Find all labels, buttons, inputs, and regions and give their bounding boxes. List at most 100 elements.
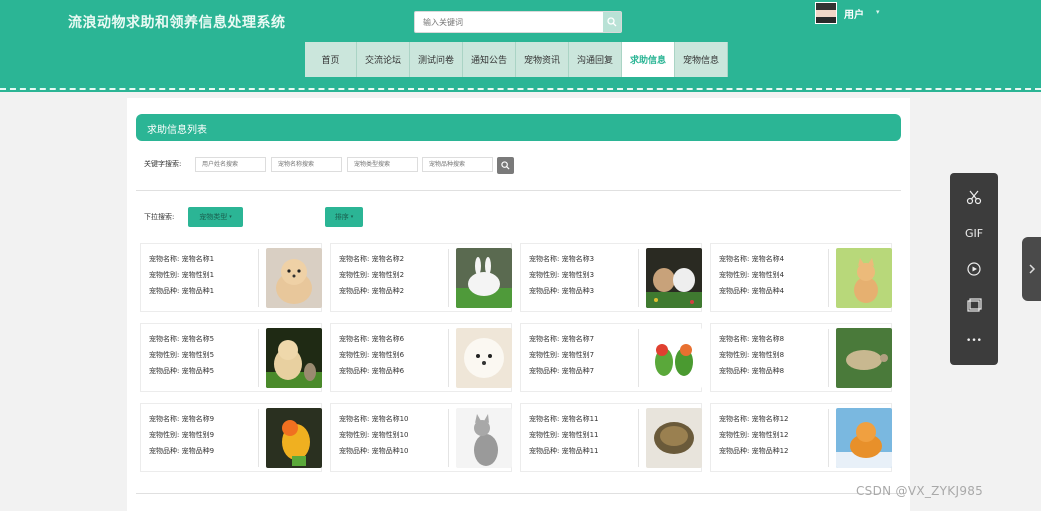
search-icon — [607, 17, 617, 27]
user-name[interactable]: 用户 — [844, 6, 864, 21]
section-divider — [136, 190, 901, 191]
video-record-icon[interactable] — [950, 257, 998, 281]
pet-breed: 宠物品种: 宠物品种11 — [529, 447, 599, 455]
pet-card[interactable]: 宠物名称: 宠物名称2 宠物性别: 宠物性别2 宠物品种: 宠物品种2 — [330, 243, 512, 312]
scissors-icon[interactable] — [950, 185, 998, 209]
card-separator — [828, 329, 829, 387]
nav-pet-news[interactable]: 宠物资讯 — [516, 42, 569, 77]
header-search-button[interactable] — [603, 12, 621, 32]
nav-forum[interactable]: 交流论坛 — [357, 42, 410, 77]
pet-name: 宠物名称: 宠物名称3 — [529, 255, 595, 263]
white-dog-icon[interactable] — [456, 328, 512, 388]
gif-button[interactable]: GIF — [950, 221, 998, 245]
pet-gender: 宠物性别: 宠物性别3 — [529, 271, 595, 279]
pet-card[interactable]: 宠物名称: 宠物名称12 宠物性别: 宠物性别12 宠物品种: 宠物品种12 — [710, 403, 892, 472]
kitten-icon[interactable] — [836, 248, 892, 308]
sort-dropdown-label: 排序 — [334, 213, 349, 221]
pet-gender: 宠物性别: 宠物性别7 — [529, 351, 595, 359]
pet-gender: 宠物性别: 宠物性别12 — [719, 431, 789, 439]
card-separator — [638, 409, 639, 467]
pet-card[interactable]: 宠物名称: 宠物名称6 宠物性别: 宠物性别6 宠物品种: 宠物品种6 — [330, 323, 512, 392]
pet-gender: 宠物性别: 宠物性别2 — [339, 271, 405, 279]
top-header: 流浪动物求助和领养信息处理系统 用户 ▾ 首页 交流论坛 测试问卷 通知公告 宠… — [0, 0, 1041, 92]
dog-icon[interactable] — [266, 248, 322, 308]
card-separator — [638, 329, 639, 387]
user-name-search-input[interactable] — [195, 157, 266, 172]
card-separator — [448, 409, 449, 467]
cat-icon[interactable] — [456, 408, 512, 468]
parrots-icon[interactable] — [646, 328, 702, 388]
pet-card[interactable]: 宠物名称: 宠物名称11 宠物性别: 宠物性别11 宠物品种: 宠物品种11 — [520, 403, 702, 472]
pet-gender: 宠物性别: 宠物性别10 — [339, 431, 409, 439]
chevron-down-icon: ▾ — [229, 214, 232, 220]
pet-card[interactable]: 宠物名称: 宠物名称3 宠物性别: 宠物性别3 宠物品种: 宠物品种3 — [520, 243, 702, 312]
pet-breed-search-input[interactable] — [422, 157, 493, 172]
card-separator — [448, 329, 449, 387]
chevron-down-icon[interactable]: ▾ — [876, 8, 880, 16]
pet-card[interactable]: 宠物名称: 宠物名称10 宠物性别: 宠物性别10 宠物品种: 宠物品种10 — [330, 403, 512, 472]
header-search-input[interactable] — [415, 12, 604, 32]
avatar[interactable] — [815, 2, 837, 24]
card-separator — [258, 249, 259, 307]
pet-breed: 宠物品种: 宠物品种1 — [149, 287, 215, 295]
watermark: CSDN @VX_ZYKJ985 — [856, 484, 984, 498]
nav-home[interactable]: 首页 — [305, 42, 357, 77]
pet-card[interactable]: 宠物名称: 宠物名称4 宠物性别: 宠物性别4 宠物品种: 宠物品种4 — [710, 243, 892, 312]
tortoise-icon[interactable] — [646, 408, 702, 468]
pet-name: 宠物名称: 宠物名称12 — [719, 415, 789, 423]
search-icon — [501, 161, 510, 170]
nav-replies[interactable]: 沟通回复 — [569, 42, 622, 77]
keyword-search-button[interactable] — [497, 157, 514, 174]
pet-card[interactable]: 宠物名称: 宠物名称9 宠物性别: 宠物性别9 宠物品种: 宠物品种9 — [140, 403, 322, 472]
pet-breed: 宠物品种: 宠物品种4 — [719, 287, 785, 295]
floating-toolbar: GIF ••• — [950, 173, 998, 365]
card-separator — [828, 249, 829, 307]
pet-name: 宠物名称: 宠物名称2 — [339, 255, 405, 263]
nav-help-info[interactable]: 求助信息 — [622, 42, 675, 77]
nav-pet-info[interactable]: 宠物信息 — [675, 42, 728, 77]
pet-card[interactable]: 宠物名称: 宠物名称5 宠物性别: 宠物性别5 宠物品种: 宠物品种5 — [140, 323, 322, 392]
pet-card[interactable]: 宠物名称: 宠物名称7 宠物性别: 宠物性别7 宠物品种: 宠物品种7 — [520, 323, 702, 392]
pet-type-dropdown[interactable]: 宠物类型 ▾ — [188, 207, 243, 227]
pet-breed: 宠物品种: 宠物品种2 — [339, 287, 405, 295]
pet-breed: 宠物品种: 宠物品种5 — [149, 367, 215, 375]
image-icon[interactable] — [950, 293, 998, 317]
pet-name-search-input[interactable] — [271, 157, 342, 172]
sort-dropdown[interactable]: 排序 ▾ — [325, 207, 363, 227]
nav-questionnaire[interactable]: 测试问卷 — [410, 42, 463, 77]
more-icon[interactable]: ••• — [950, 329, 998, 353]
pet-card[interactable]: 宠物名称: 宠物名称1 宠物性别: 宠物性别1 宠物品种: 宠物品种1 — [140, 243, 322, 312]
pet-name: 宠物名称: 宠物名称6 — [339, 335, 405, 343]
puppy-icon[interactable] — [266, 328, 322, 388]
orange-cat-icon[interactable] — [836, 408, 892, 468]
pet-breed: 宠物品种: 宠物品种12 — [719, 447, 789, 455]
pet-card[interactable]: 宠物名称: 宠物名称8 宠物性别: 宠物性别8 宠物品种: 宠物品种8 — [710, 323, 892, 392]
card-separator — [638, 249, 639, 307]
card-separator — [258, 409, 259, 467]
pet-name: 宠物名称: 宠物名称1 — [149, 255, 215, 263]
side-expand-tab[interactable] — [1022, 237, 1041, 301]
pet-gender: 宠物性别: 宠物性别11 — [529, 431, 599, 439]
pet-breed: 宠物品种: 宠物品种10 — [339, 447, 409, 455]
header-divider — [0, 88, 1041, 92]
nav-notices[interactable]: 通知公告 — [463, 42, 516, 77]
pet-type-search-input[interactable] — [347, 157, 418, 172]
card-separator — [448, 249, 449, 307]
pet-breed: 宠物品种: 宠物品种6 — [339, 367, 405, 375]
pet-breed: 宠物品种: 宠物品种9 — [149, 447, 215, 455]
rabbit-icon[interactable] — [456, 248, 512, 308]
pet-gender: 宠物性别: 宠物性别9 — [149, 431, 215, 439]
chevron-down-icon: ▾ — [350, 214, 354, 220]
keyword-search-label: 关键字搜索: — [144, 160, 182, 168]
pet-name: 宠物名称: 宠物名称7 — [529, 335, 595, 343]
rabbits-icon[interactable] — [646, 248, 702, 308]
turtle-icon[interactable] — [836, 328, 892, 388]
pet-name: 宠物名称: 宠物名称9 — [149, 415, 215, 423]
site-title: 流浪动物求助和领养信息处理系统 — [68, 15, 286, 31]
pet-breed: 宠物品种: 宠物品种3 — [529, 287, 595, 295]
pet-type-dropdown-label: 宠物类型 — [199, 213, 228, 221]
main-nav: 首页 交流论坛 测试问卷 通知公告 宠物资讯 沟通回复 求助信息 宠物信息 — [305, 42, 728, 77]
pet-gender: 宠物性别: 宠物性别5 — [149, 351, 215, 359]
pet-name: 宠物名称: 宠物名称10 — [339, 415, 409, 423]
bird-icon[interactable] — [266, 408, 322, 468]
